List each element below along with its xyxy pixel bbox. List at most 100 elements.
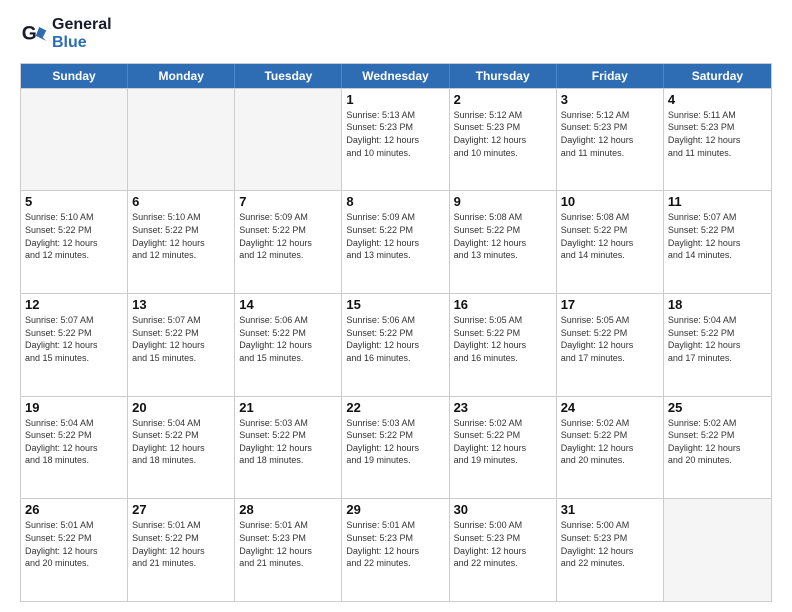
day-number: 20 <box>132 400 230 415</box>
calendar-cell: 2 Sunrise: 5:12 AM Sunset: 5:23 PM Daylig… <box>450 89 557 191</box>
weekday-header: Monday <box>128 64 235 88</box>
day-number: 12 <box>25 297 123 312</box>
day-number: 15 <box>346 297 444 312</box>
day-info: Sunrise: 5:02 AM Sunset: 5:22 PM Dayligh… <box>668 417 767 467</box>
day-number: 10 <box>561 194 659 209</box>
day-number: 2 <box>454 92 552 107</box>
calendar-cell: 25 Sunrise: 5:02 AM Sunset: 5:22 PM Dayli… <box>664 397 771 499</box>
day-number: 21 <box>239 400 337 415</box>
calendar-cell: 23 Sunrise: 5:02 AM Sunset: 5:22 PM Dayli… <box>450 397 557 499</box>
calendar-cell <box>664 499 771 601</box>
day-number: 11 <box>668 194 767 209</box>
day-info: Sunrise: 5:07 AM Sunset: 5:22 PM Dayligh… <box>25 314 123 364</box>
calendar-cell <box>128 89 235 191</box>
calendar-cell: 9 Sunrise: 5:08 AM Sunset: 5:22 PM Daylig… <box>450 191 557 293</box>
calendar-cell: 19Sunrise: 5:04 AM Sunset: 5:22 PM Dayli… <box>21 397 128 499</box>
calendar-body: 1 Sunrise: 5:13 AM Sunset: 5:23 PM Daylig… <box>21 88 771 601</box>
logo-text: General Blue <box>52 16 112 53</box>
calendar-cell: 26 Sunrise: 5:01 AM Sunset: 5:22 PM Dayli… <box>21 499 128 601</box>
calendar-cell: 4 Sunrise: 5:11 AM Sunset: 5:23 PM Daylig… <box>664 89 771 191</box>
calendar-cell: 17Sunrise: 5:05 AM Sunset: 5:22 PM Dayli… <box>557 294 664 396</box>
calendar-row: 19Sunrise: 5:04 AM Sunset: 5:22 PM Dayli… <box>21 396 771 499</box>
day-info: Sunrise: 5:06 AM Sunset: 5:22 PM Dayligh… <box>239 314 337 364</box>
calendar-cell: 22Sunrise: 5:03 AM Sunset: 5:22 PM Dayli… <box>342 397 449 499</box>
day-info: Sunrise: 5:01 AM Sunset: 5:23 PM Dayligh… <box>346 519 444 569</box>
day-info: Sunrise: 5:00 AM Sunset: 5:23 PM Dayligh… <box>561 519 659 569</box>
calendar-cell: 30Sunrise: 5:00 AM Sunset: 5:23 PM Dayli… <box>450 499 557 601</box>
calendar-cell: 3 Sunrise: 5:12 AM Sunset: 5:23 PM Daylig… <box>557 89 664 191</box>
day-info: Sunrise: 5:13 AM Sunset: 5:23 PM Dayligh… <box>346 109 444 159</box>
calendar-cell: 6 Sunrise: 5:10 AM Sunset: 5:22 PM Daylig… <box>128 191 235 293</box>
calendar-cell: 20Sunrise: 5:04 AM Sunset: 5:22 PM Dayli… <box>128 397 235 499</box>
day-info: Sunrise: 5:07 AM Sunset: 5:22 PM Dayligh… <box>132 314 230 364</box>
day-info: Sunrise: 5:08 AM Sunset: 5:22 PM Dayligh… <box>561 211 659 261</box>
calendar-cell: 16Sunrise: 5:05 AM Sunset: 5:22 PM Dayli… <box>450 294 557 396</box>
logo: G General Blue <box>20 16 112 53</box>
day-number: 26 <box>25 502 123 517</box>
weekday-header: Wednesday <box>342 64 449 88</box>
day-info: Sunrise: 5:01 AM Sunset: 5:23 PM Dayligh… <box>239 519 337 569</box>
day-number: 23 <box>454 400 552 415</box>
day-info: Sunrise: 5:12 AM Sunset: 5:23 PM Dayligh… <box>561 109 659 159</box>
day-number: 3 <box>561 92 659 107</box>
day-info: Sunrise: 5:04 AM Sunset: 5:22 PM Dayligh… <box>668 314 767 364</box>
calendar-row: 26 Sunrise: 5:01 AM Sunset: 5:22 PM Dayli… <box>21 498 771 601</box>
logo-icon: G <box>20 20 48 48</box>
calendar-header: SundayMondayTuesdayWednesdayThursdayFrid… <box>21 64 771 88</box>
day-info: Sunrise: 5:08 AM Sunset: 5:22 PM Dayligh… <box>454 211 552 261</box>
day-number: 28 <box>239 502 337 517</box>
calendar-cell: 28 Sunrise: 5:01 AM Sunset: 5:23 PM Dayli… <box>235 499 342 601</box>
svg-text:G: G <box>22 24 37 45</box>
calendar-row: 1 Sunrise: 5:13 AM Sunset: 5:23 PM Daylig… <box>21 88 771 191</box>
calendar: SundayMondayTuesdayWednesdayThursdayFrid… <box>20 63 772 602</box>
day-number: 22 <box>346 400 444 415</box>
calendar-row: 12 Sunrise: 5:07 AM Sunset: 5:22 PM Dayli… <box>21 293 771 396</box>
calendar-cell: 31Sunrise: 5:00 AM Sunset: 5:23 PM Dayli… <box>557 499 664 601</box>
weekday-header: Thursday <box>450 64 557 88</box>
day-info: Sunrise: 5:00 AM Sunset: 5:23 PM Dayligh… <box>454 519 552 569</box>
day-info: Sunrise: 5:02 AM Sunset: 5:22 PM Dayligh… <box>561 417 659 467</box>
day-number: 4 <box>668 92 767 107</box>
header: G General Blue <box>20 16 772 53</box>
calendar-cell: 14 Sunrise: 5:06 AM Sunset: 5:22 PM Dayli… <box>235 294 342 396</box>
day-number: 27 <box>132 502 230 517</box>
page: G General Blue SundayMondayTuesdayWednes… <box>0 0 792 612</box>
weekday-header: Sunday <box>21 64 128 88</box>
calendar-cell: 21 Sunrise: 5:03 AM Sunset: 5:22 PM Dayli… <box>235 397 342 499</box>
calendar-cell: 8Sunrise: 5:09 AM Sunset: 5:22 PM Daylig… <box>342 191 449 293</box>
calendar-cell: 27 Sunrise: 5:01 AM Sunset: 5:22 PM Dayli… <box>128 499 235 601</box>
calendar-cell: 5Sunrise: 5:10 AM Sunset: 5:22 PM Daylig… <box>21 191 128 293</box>
day-info: Sunrise: 5:09 AM Sunset: 5:22 PM Dayligh… <box>239 211 337 261</box>
day-number: 7 <box>239 194 337 209</box>
day-info: Sunrise: 5:12 AM Sunset: 5:23 PM Dayligh… <box>454 109 552 159</box>
day-info: Sunrise: 5:04 AM Sunset: 5:22 PM Dayligh… <box>25 417 123 467</box>
calendar-row: 5Sunrise: 5:10 AM Sunset: 5:22 PM Daylig… <box>21 190 771 293</box>
weekday-header: Tuesday <box>235 64 342 88</box>
day-number: 29 <box>346 502 444 517</box>
calendar-cell <box>235 89 342 191</box>
day-number: 14 <box>239 297 337 312</box>
day-info: Sunrise: 5:07 AM Sunset: 5:22 PM Dayligh… <box>668 211 767 261</box>
day-info: Sunrise: 5:02 AM Sunset: 5:22 PM Dayligh… <box>454 417 552 467</box>
day-info: Sunrise: 5:10 AM Sunset: 5:22 PM Dayligh… <box>132 211 230 261</box>
calendar-cell: 10 Sunrise: 5:08 AM Sunset: 5:22 PM Dayli… <box>557 191 664 293</box>
day-number: 24 <box>561 400 659 415</box>
day-info: Sunrise: 5:06 AM Sunset: 5:22 PM Dayligh… <box>346 314 444 364</box>
calendar-cell: 1 Sunrise: 5:13 AM Sunset: 5:23 PM Daylig… <box>342 89 449 191</box>
calendar-cell: 18 Sunrise: 5:04 AM Sunset: 5:22 PM Dayli… <box>664 294 771 396</box>
day-info: Sunrise: 5:01 AM Sunset: 5:22 PM Dayligh… <box>25 519 123 569</box>
weekday-header: Saturday <box>664 64 771 88</box>
day-info: Sunrise: 5:09 AM Sunset: 5:22 PM Dayligh… <box>346 211 444 261</box>
calendar-cell: 13Sunrise: 5:07 AM Sunset: 5:22 PM Dayli… <box>128 294 235 396</box>
day-number: 25 <box>668 400 767 415</box>
day-number: 18 <box>668 297 767 312</box>
calendar-cell: 24 Sunrise: 5:02 AM Sunset: 5:22 PM Dayli… <box>557 397 664 499</box>
day-number: 9 <box>454 194 552 209</box>
calendar-cell: 12 Sunrise: 5:07 AM Sunset: 5:22 PM Dayli… <box>21 294 128 396</box>
day-info: Sunrise: 5:03 AM Sunset: 5:22 PM Dayligh… <box>239 417 337 467</box>
day-info: Sunrise: 5:01 AM Sunset: 5:22 PM Dayligh… <box>132 519 230 569</box>
calendar-cell: 15 Sunrise: 5:06 AM Sunset: 5:22 PM Dayli… <box>342 294 449 396</box>
day-number: 1 <box>346 92 444 107</box>
day-number: 6 <box>132 194 230 209</box>
day-info: Sunrise: 5:11 AM Sunset: 5:23 PM Dayligh… <box>668 109 767 159</box>
